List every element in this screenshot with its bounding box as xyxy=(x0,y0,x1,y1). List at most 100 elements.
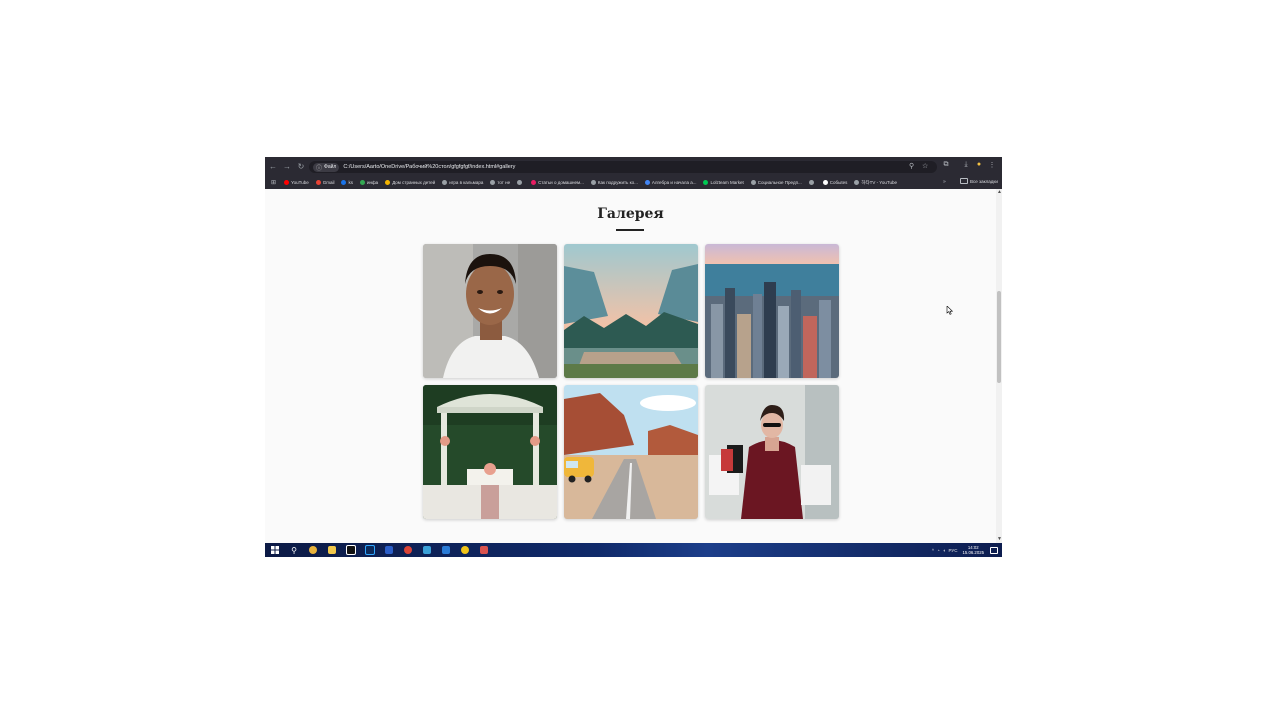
page-content: Галерея xyxy=(265,189,996,543)
gallery-image-shopping[interactable] xyxy=(705,385,839,519)
bookmark-label: ks xyxy=(348,180,353,185)
bookmark-favicon-icon xyxy=(517,180,523,185)
title-underline xyxy=(616,229,644,231)
info-icon: ⓘ xyxy=(316,165,323,172)
gallery-image-portrait[interactable] xyxy=(423,244,557,378)
bookmark-favicon-icon xyxy=(590,180,596,185)
profile-avatar-icon[interactable]: ● xyxy=(974,161,984,168)
capcut-icon[interactable] xyxy=(344,543,358,557)
browser-toolbar: ← → ↻ ⓘ Файл C:/Users/Aarto/OneDrive/Раб… xyxy=(265,157,1002,176)
reload-button[interactable]: ↻ xyxy=(295,161,307,173)
bookmark-item[interactable]: Собыtes xyxy=(822,180,848,185)
gallery-title: Галерея xyxy=(597,206,664,222)
menu-kebab-icon[interactable]: ⋮ xyxy=(987,161,997,169)
bookmark-item[interactable] xyxy=(517,180,524,185)
bookmarks-more-button[interactable]: » xyxy=(943,179,946,185)
file-explorer-icon[interactable] xyxy=(325,543,339,557)
forward-button[interactable]: → xyxy=(281,161,293,173)
app-yellow-icon[interactable] xyxy=(458,543,472,557)
browser-chrome: ← → ↻ ⓘ Файл C:/Users/Aarto/OneDrive/Раб… xyxy=(265,157,1002,189)
bookmark-favicon-icon xyxy=(703,180,709,185)
bookmark-favicon-icon xyxy=(442,180,448,185)
browser-window: ← → ↻ ⓘ Файл C:/Users/Aarto/OneDrive/Раб… xyxy=(265,157,1002,557)
bookmark-label: Lolzteam Market xyxy=(710,180,744,185)
photoshop-icon[interactable] xyxy=(363,543,377,557)
bookmark-label: Gmail xyxy=(322,180,335,185)
language-indicator[interactable]: РУС xyxy=(948,548,957,553)
bookmark-item[interactable]: Дом странных детей xyxy=(385,180,435,185)
folder-icon xyxy=(960,178,968,184)
bookmark-label: 하타TV - YouTube xyxy=(861,179,897,185)
bookmark-item[interactable]: Gmail xyxy=(315,180,335,185)
tray-chevron-icon[interactable]: ^ xyxy=(932,548,934,553)
bookmark-item[interactable]: Статьи о домашнем... xyxy=(531,180,584,185)
bookmark-label: тот не xyxy=(497,180,511,185)
bookmarks-bar: ⊞ YouTube Gmail ks инфа Дом странных детей иг… xyxy=(265,176,1002,189)
city-image xyxy=(705,244,839,378)
bookmark-item[interactable]: Lolzteam Market xyxy=(703,180,744,185)
gallery-image-desert[interactable] xyxy=(564,385,698,519)
all-bookmarks-button[interactable]: Все закладки xyxy=(960,178,998,184)
word-icon[interactable] xyxy=(382,543,396,557)
bookmark-item[interactable]: 하타TV - YouTube xyxy=(854,180,897,186)
address-bar[interactable]: ⓘ Файл C:/Users/Aarto/OneDrive/Рабочий%2… xyxy=(309,161,937,173)
gallery-image-valley[interactable] xyxy=(564,244,698,378)
zoom-icon[interactable]: ⚲ xyxy=(909,162,914,170)
chrome-icon[interactable] xyxy=(306,543,320,557)
bookmarks-list: YouTube Gmail ks инфа Дом странных детей игра… xyxy=(284,180,904,186)
chrome-app-icon[interactable] xyxy=(401,543,415,557)
bookmark-label: Собыtes xyxy=(829,180,848,185)
site-info-label: Файл xyxy=(324,164,337,170)
page-scrollbar[interactable]: ▲ ▼ xyxy=(996,189,1002,543)
apps-grid-icon[interactable]: ⊞ xyxy=(271,179,276,186)
all-bookmarks-label: Все закладки xyxy=(970,178,998,184)
windows-start-icon[interactable] xyxy=(268,543,282,557)
scroll-up-arrow[interactable]: ▲ xyxy=(997,190,1002,195)
bookmark-item[interactable]: ks xyxy=(341,180,353,185)
clock-date: 15.06.2025 xyxy=(962,550,984,555)
bookmark-favicon-icon xyxy=(531,180,537,185)
bookmark-item[interactable]: тот не xyxy=(490,180,510,185)
download-icon[interactable]: ⤓ xyxy=(961,161,971,169)
bookmark-item[interactable]: YouTube xyxy=(284,180,309,185)
bookmark-label: Алгебра и начала а... xyxy=(651,180,697,185)
back-button[interactable]: ← xyxy=(267,161,279,173)
wedding-image xyxy=(423,385,557,519)
desert-image xyxy=(564,385,698,519)
network-icon[interactable]: ◔ xyxy=(937,548,940,553)
scroll-down-arrow[interactable]: ▼ xyxy=(997,537,1002,542)
bookmark-favicon-icon xyxy=(341,180,347,185)
url-text[interactable]: C:/Users/Aarto/OneDrive/Рабочий%20стол/g… xyxy=(343,164,515,170)
bookmark-label: Социальное Предп... xyxy=(757,180,802,185)
vscode-icon[interactable] xyxy=(439,543,453,557)
extensions-icon[interactable]: ⧉ xyxy=(941,161,951,169)
bookmark-label: Дом странных детей xyxy=(392,180,436,185)
app-colorful-icon[interactable] xyxy=(477,543,491,557)
bookmark-label: инфа xyxy=(366,180,379,185)
bookmark-item[interactable]: инфа xyxy=(359,180,379,185)
bookmark-item[interactable] xyxy=(808,180,816,185)
mouse-pointer-icon xyxy=(946,306,953,315)
search-icon[interactable]: ⚲ xyxy=(287,543,301,557)
valley-image xyxy=(564,244,698,378)
gallery-image-wedding[interactable] xyxy=(423,385,557,519)
bookmark-item[interactable]: Социальное Предп... xyxy=(750,180,802,185)
gallery-image-city[interactable] xyxy=(705,244,839,378)
bookmark-item[interactable]: игра в кальмара xyxy=(442,180,483,185)
app-icon[interactable] xyxy=(420,543,434,557)
bookmark-item[interactable]: Алгебра и начала а... xyxy=(644,180,697,185)
clock[interactable]: 14:02 15.06.2025 xyxy=(962,545,984,555)
volume-icon[interactable]: ◖ xyxy=(943,548,946,553)
bookmark-favicon-icon xyxy=(284,180,290,185)
gallery-grid xyxy=(423,244,839,519)
site-info-chip[interactable]: ⓘ Файл xyxy=(313,162,340,172)
system-tray: ^ ◔ ◖ РУС 14:02 15.06.2025 xyxy=(929,543,998,557)
bookmark-star-icon[interactable]: ☆ xyxy=(922,162,928,170)
scroll-thumb[interactable] xyxy=(997,291,1001,383)
bookmark-item[interactable]: Как подружить ко... xyxy=(590,180,638,185)
shopping-image xyxy=(705,385,839,519)
notifications-icon[interactable] xyxy=(990,546,998,554)
bookmark-favicon-icon xyxy=(750,180,756,185)
windows-taskbar: ⚲ ^ ◔ ◖ РУС 14:02 15.06.2025 xyxy=(265,543,1002,557)
bookmark-favicon-icon xyxy=(490,180,496,185)
